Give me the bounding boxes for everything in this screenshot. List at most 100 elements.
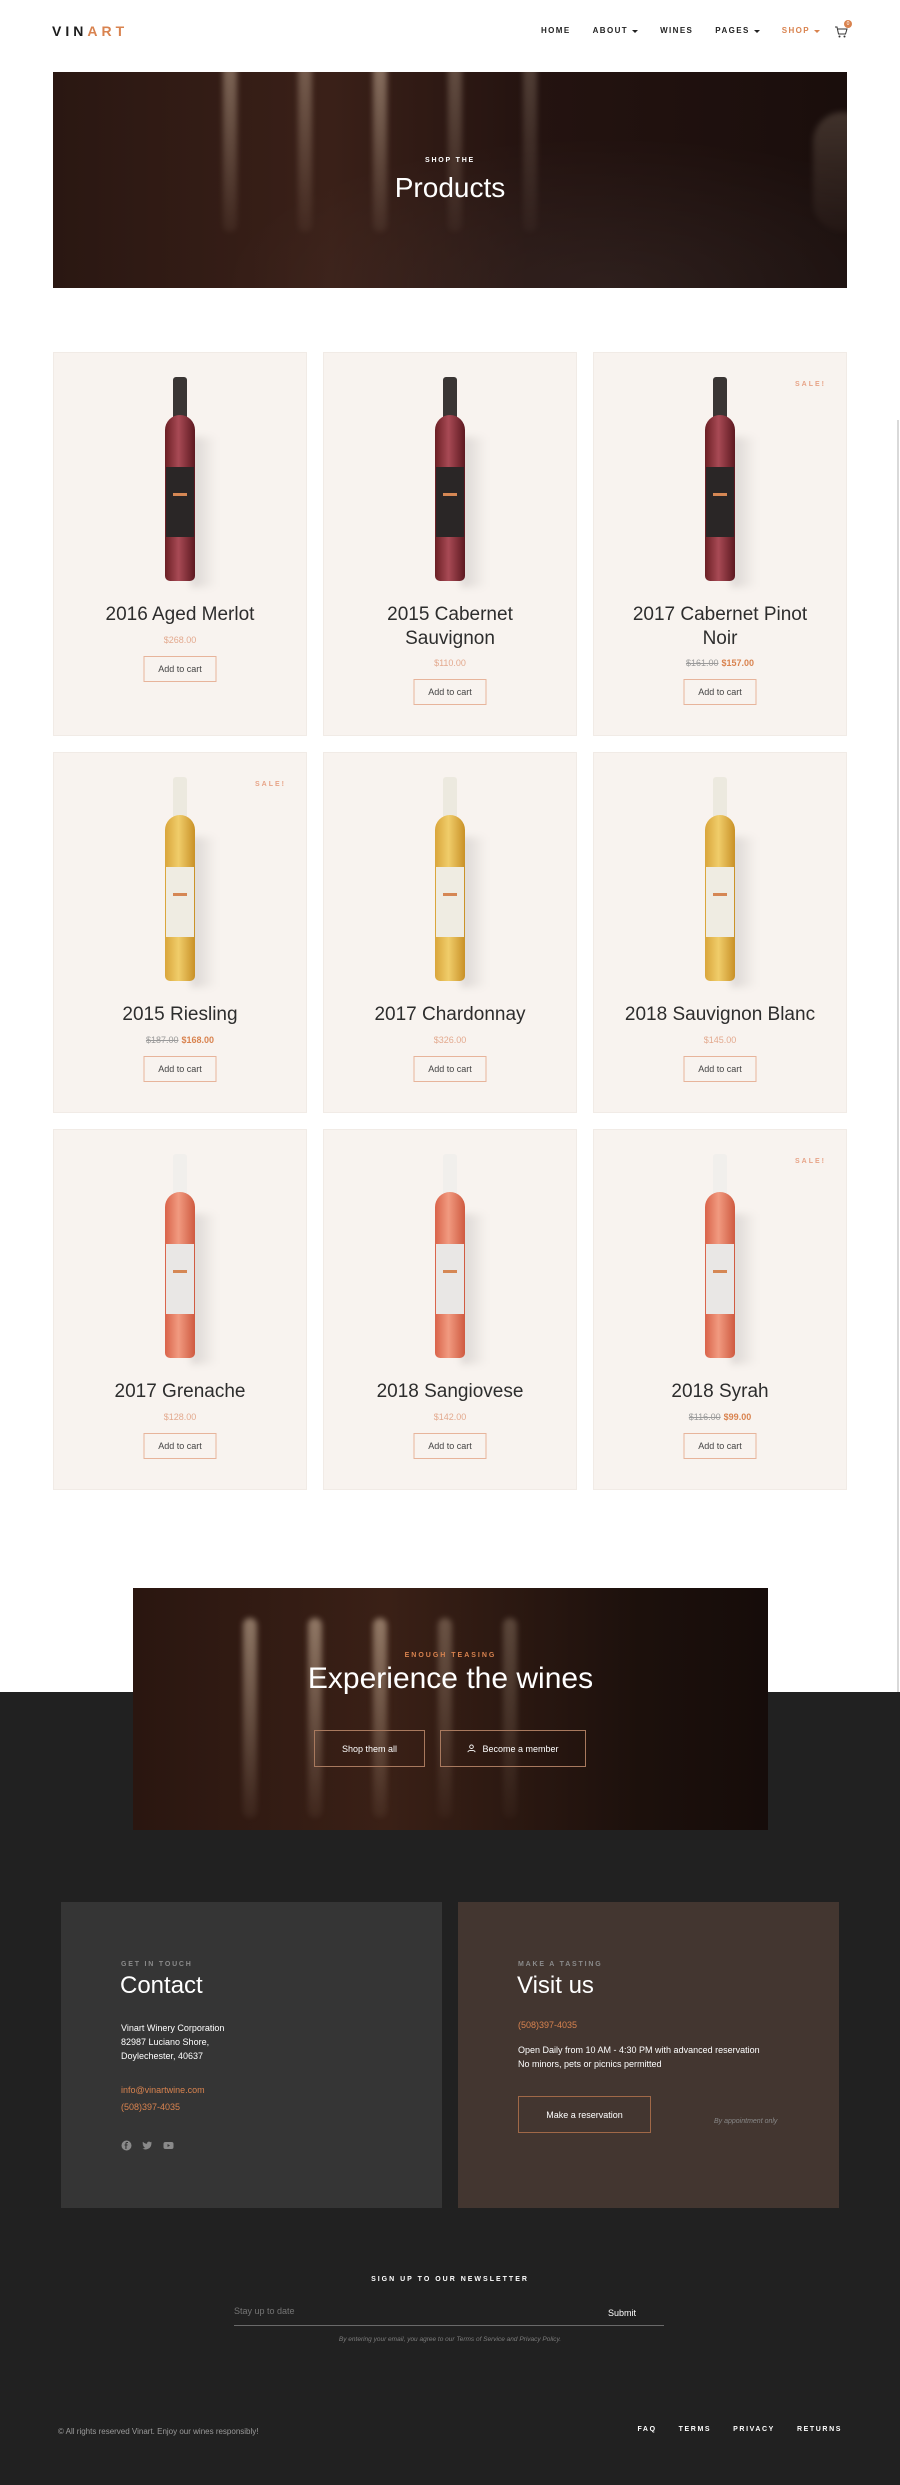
wine-bottle-image[interactable] xyxy=(433,777,487,987)
add-to-cart-button[interactable]: Add to cart xyxy=(143,1056,217,1082)
add-to-cart-button[interactable]: Add to cart xyxy=(143,656,217,682)
address-line-2: Doylechester, 40637 xyxy=(121,2051,204,2061)
wine-bottle-image[interactable] xyxy=(163,777,217,987)
bottle-highlight xyxy=(243,1618,257,1818)
sale-badge: SALE! xyxy=(795,1158,826,1165)
old-price: $161.00 xyxy=(685,658,719,668)
wine-bottle-image[interactable] xyxy=(703,1154,757,1364)
regular-price: $145.00 xyxy=(703,1035,737,1045)
nav-wines[interactable]: WINES xyxy=(660,26,693,35)
page-title: Products xyxy=(394,172,506,203)
nav-home[interactable]: HOME xyxy=(541,26,571,35)
product-price: $116.00 $99.00 xyxy=(594,1412,846,1422)
add-to-cart-button[interactable]: Add to cart xyxy=(413,1056,487,1082)
product-price: $128.00 xyxy=(54,1412,306,1422)
bottle-highlight xyxy=(373,72,387,232)
footer-link-terms[interactable]: TERMS xyxy=(679,2426,712,2433)
make-reservation-button[interactable]: Make a reservation xyxy=(518,2096,651,2133)
logo[interactable]: VINART xyxy=(52,23,128,39)
bottle-highlight xyxy=(448,72,462,232)
add-to-cart-button[interactable]: Add to cart xyxy=(413,679,487,705)
add-to-cart-button[interactable]: Add to cart xyxy=(683,679,757,705)
cart-button[interactable]: 0 xyxy=(834,20,852,39)
wine-bottle-image[interactable] xyxy=(163,377,217,587)
nav-shop[interactable]: SHOP xyxy=(782,26,820,35)
wine-bottle-image[interactable] xyxy=(433,377,487,587)
product-name[interactable]: 2018 Syrah xyxy=(594,1380,846,1404)
product-price: $187.00 $168.00 xyxy=(54,1035,306,1045)
bottle-highlight xyxy=(503,1618,517,1818)
chevron-down-icon xyxy=(753,29,760,33)
wine-bottle-image[interactable] xyxy=(703,777,757,987)
contact-kicker: GET IN TOUCH xyxy=(121,1961,193,1968)
footer-link-returns[interactable]: RETURNS xyxy=(797,2426,842,2433)
product-price: $145.00 xyxy=(594,1035,846,1045)
shop-all-button[interactable]: Shop them all xyxy=(314,1730,425,1767)
facebook-icon[interactable] xyxy=(121,2138,132,2151)
product-name[interactable]: 2018 Sangiovese xyxy=(324,1380,576,1404)
youtube-icon[interactable] xyxy=(163,2138,174,2149)
product-card[interactable]: 2015 Cabernet Sauvignon $110.00 Add to c… xyxy=(323,352,577,736)
product-price: $142.00 xyxy=(324,1412,576,1422)
newsletter-form: Submit xyxy=(234,2300,664,2326)
product-price: $268.00 xyxy=(54,635,306,645)
product-card[interactable]: 2017 Grenache $128.00 Add to cart xyxy=(53,1129,307,1490)
regular-price: $110.00 xyxy=(434,658,466,668)
twitter-icon[interactable] xyxy=(142,2138,153,2150)
cart-count-badge: 0 xyxy=(844,20,852,28)
scrollbar[interactable] xyxy=(897,420,899,1692)
sale-badge: SALE! xyxy=(255,781,286,788)
product-name[interactable]: 2015 Riesling xyxy=(54,1003,306,1027)
become-member-button[interactable]: Become a member xyxy=(440,1730,586,1767)
contact-box: GET IN TOUCH Contact Vinart Winery Corpo… xyxy=(61,1902,442,2208)
newsletter-email-input[interactable] xyxy=(234,2306,564,2316)
add-to-cart-button[interactable]: Add to cart xyxy=(683,1433,757,1459)
product-price: $161.00 $157.00 xyxy=(594,658,846,668)
visit-title: Visit us xyxy=(517,1972,594,1999)
address-line-1: 82987 Luciano Shore, xyxy=(121,2037,210,2047)
footer-link-privacy[interactable]: PRIVACY xyxy=(733,2426,775,2433)
product-card[interactable]: 2016 Aged Merlot $268.00 Add to cart xyxy=(53,352,307,736)
product-name[interactable]: 2017 Chardonnay xyxy=(324,1003,576,1027)
phone-link[interactable]: (508)397-4035 xyxy=(121,2102,180,2112)
product-name[interactable]: 2015 Cabernet Sauvignon xyxy=(324,603,576,651)
product-name[interactable]: 2016 Aged Merlot xyxy=(54,603,306,627)
newsletter-submit-button[interactable]: Submit xyxy=(608,2308,636,2318)
product-card[interactable]: 2017 Chardonnay $326.00 Add to cart xyxy=(323,752,577,1113)
regular-price: $128.00 xyxy=(163,1412,197,1422)
sale-price: $99.00 xyxy=(723,1412,752,1422)
footer-link-faq[interactable]: FAQ xyxy=(637,2426,656,2433)
product-name[interactable]: 2017 Grenache xyxy=(54,1380,306,1404)
add-to-cart-button[interactable]: Add to cart xyxy=(413,1433,487,1459)
company-name: Vinart Winery Corporation xyxy=(121,2023,225,2033)
nav-about[interactable]: ABOUT xyxy=(593,26,639,35)
product-card[interactable]: SALE! 2015 Riesling $187.00 $168.00 Add t… xyxy=(53,752,307,1113)
add-to-cart-button[interactable]: Add to cart xyxy=(143,1433,217,1459)
page-hero: SHOP THE Products xyxy=(53,72,847,288)
social-links xyxy=(121,2138,174,2151)
copyright: © All rights reserved Vinart. Enjoy our … xyxy=(58,2427,259,2436)
product-card[interactable]: SALE! 2018 Syrah $116.00 $99.00 Add to ca… xyxy=(593,1129,847,1490)
add-to-cart-button[interactable]: Add to cart xyxy=(683,1056,757,1082)
regular-price: $326.00 xyxy=(433,1035,467,1045)
product-card[interactable]: 2018 Sauvignon Blanc $145.00 Add to cart xyxy=(593,752,847,1113)
newsletter-terms-note: By entering your email, you agree to our… xyxy=(338,2336,562,2343)
wine-bottle-image[interactable] xyxy=(433,1154,487,1364)
bottle-highlight xyxy=(298,72,312,232)
old-price: $116.00 xyxy=(688,1412,721,1422)
visit-phone-link[interactable]: (508)397-4035 xyxy=(518,2020,577,2030)
bottle-highlight xyxy=(308,1618,322,1818)
sale-price: $168.00 xyxy=(181,1035,215,1045)
user-icon xyxy=(467,1744,477,1753)
product-card[interactable]: 2018 Sangiovese $142.00 Add to cart xyxy=(323,1129,577,1490)
wine-bottle-image[interactable] xyxy=(703,377,757,587)
chevron-down-icon xyxy=(632,29,639,33)
nav-pages[interactable]: PAGES xyxy=(715,26,760,35)
product-card[interactable]: SALE! 2017 Cabernet Pinot Noir $161.00 $1… xyxy=(593,352,847,736)
sale-badge: SALE! xyxy=(795,381,826,388)
product-price: $326.00 xyxy=(324,1035,576,1045)
email-link[interactable]: info@vinartwine.com xyxy=(121,2085,205,2095)
product-name[interactable]: 2018 Sauvignon Blanc xyxy=(594,1003,846,1027)
wine-bottle-image[interactable] xyxy=(163,1154,217,1364)
product-name[interactable]: 2017 Cabernet Pinot Noir xyxy=(594,603,846,651)
